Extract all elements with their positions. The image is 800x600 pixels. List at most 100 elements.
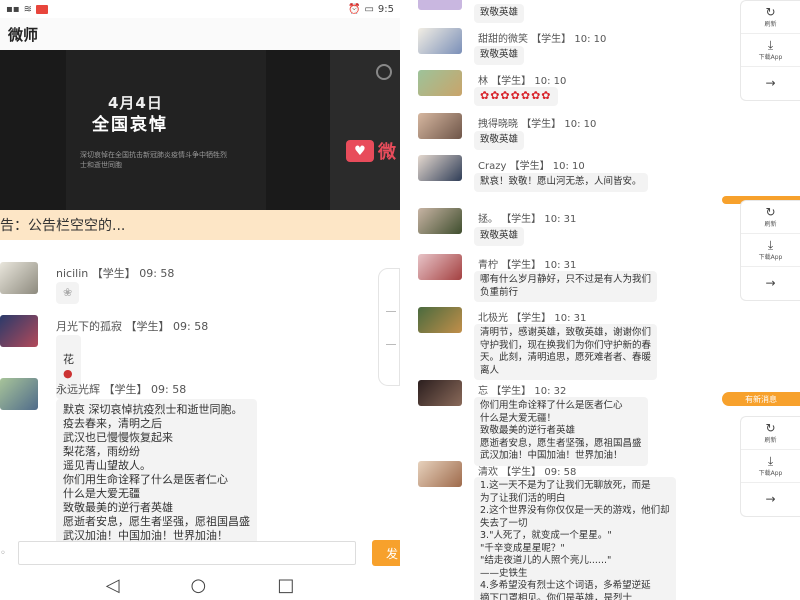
download-app-button[interactable]: ⤓ 下载App	[741, 450, 800, 483]
sender-role: 【学生】	[509, 161, 550, 172]
forward-button[interactable]: →	[741, 267, 800, 300]
screen: ▪▪ ≋ ⏰ ▭ 9:5 微师 4月4日 全国哀悼 深切哀悼在全国抗击新冠肺炎疫…	[0, 0, 800, 600]
sender-name: 甜甜的微笑	[478, 34, 528, 45]
refresh-button[interactable]: ↻ 刷新	[741, 417, 800, 450]
refresh-label: 刷新	[764, 21, 777, 28]
refresh-button[interactable]: ↻ 刷新	[741, 1, 800, 34]
avatar[interactable]	[0, 378, 38, 410]
status-icons-right: ⏰ ▭ 9:5	[348, 4, 394, 15]
sender-role: 【学生】	[491, 386, 532, 397]
message-time: 10: 32	[534, 386, 567, 397]
download-icon: ⤓	[767, 454, 774, 468]
floating-toolbar: ↻ 刷新 ⤓ 下载App →	[740, 416, 800, 517]
download-icon: ⤓	[767, 238, 774, 252]
avatar[interactable]	[418, 254, 462, 280]
banner-subtitle: 深切哀悼在全国抗击新冠肺炎疫情斗争中牺牲烈士和逝世同胞	[80, 151, 227, 169]
message-header: 北极光 【学生】 10: 31	[478, 309, 586, 324]
avatar[interactable]	[418, 155, 462, 181]
emoji-icon[interactable]: ◦	[0, 548, 6, 559]
avatar[interactable]	[418, 28, 462, 54]
download-app-button[interactable]: ⤓ 下载App	[741, 34, 800, 67]
forward-button[interactable]: →	[741, 67, 800, 100]
logo-glyph: 微	[378, 142, 396, 163]
sim-icon: ▪▪	[6, 3, 20, 15]
download-app-button[interactable]: ⤓ 下载App	[741, 234, 800, 267]
ring-icon	[376, 64, 392, 80]
sender-role: 【学生】	[91, 267, 136, 280]
back-icon[interactable]: ◁	[106, 575, 120, 596]
avatar[interactable]	[0, 315, 38, 347]
forward-button[interactable]: →	[741, 483, 800, 516]
alarm-icon: ⏰	[348, 3, 361, 15]
app-notify-icon	[35, 4, 48, 14]
new-message-badge[interactable]: 有新消息	[722, 392, 800, 406]
sender-name: 永远光辉	[56, 383, 100, 396]
message-header: 林 【学生】 10: 10	[478, 72, 566, 87]
recents-icon[interactable]: □	[277, 575, 294, 596]
status-icons-left: ▪▪ ≋	[6, 4, 48, 15]
message-time: 09: 58	[151, 383, 187, 396]
message-time: 10: 10	[552, 161, 585, 172]
sender-name: 青柠	[478, 260, 498, 271]
sender-name: 月光下的孤寂	[56, 320, 122, 333]
message-time: 09: 58	[139, 267, 175, 280]
sender-name: nicilin	[56, 267, 89, 280]
refresh-icon: ↻	[765, 205, 776, 219]
refresh-button[interactable]: ↻ 刷新	[741, 201, 800, 234]
refresh-label: 刷新	[764, 437, 777, 444]
handle-line	[386, 344, 396, 345]
message-header: nicilin 【学生】 09: 58	[56, 265, 174, 281]
handle-line	[386, 311, 396, 312]
message-bubble: 哪有什么岁月静好，只不过是有人为我们 负重前行	[474, 271, 658, 302]
status-time: 9:5	[377, 3, 394, 15]
sender-name: Crazy	[478, 161, 507, 172]
avatar[interactable]	[418, 380, 462, 406]
sender-role: 【学生】	[491, 76, 532, 87]
app-title: 微师	[0, 18, 400, 50]
refresh-icon: ↻	[765, 5, 776, 19]
avatar[interactable]	[418, 307, 462, 333]
system-nav-bar: ◁ ○ □	[0, 570, 400, 600]
banner-headline: 全国哀悼	[92, 115, 168, 135]
avatar[interactable]	[418, 70, 462, 96]
refresh-label: 刷新	[764, 221, 777, 228]
avatar[interactable]	[418, 0, 462, 10]
message-header: 清欢 【学生】 09: 58	[478, 463, 576, 478]
avatar[interactable]	[418, 461, 462, 487]
chat-input[interactable]	[18, 541, 356, 565]
avatar[interactable]	[418, 208, 462, 234]
chat-input-bar: ◦ 发	[0, 538, 400, 568]
message-header: 永远光辉 【学生】 09: 58	[56, 381, 186, 397]
battery-icon: ▭	[364, 3, 374, 15]
home-icon[interactable]: ○	[191, 575, 207, 596]
side-drawer-handle[interactable]	[378, 268, 400, 386]
avatar[interactable]	[0, 262, 38, 294]
message-bubble: 致敬英雄	[474, 46, 525, 65]
send-button[interactable]: 发	[372, 540, 400, 566]
message-header: 拯。 【学生】 10: 31	[478, 210, 576, 225]
rose-icon: ●	[63, 367, 73, 380]
avatar[interactable]	[418, 113, 462, 139]
arrow-right-icon: →	[765, 276, 776, 290]
download-icon: ⤓	[767, 38, 774, 52]
message-time: 10: 31	[544, 214, 577, 225]
message-header: 月光下的孤寂 【学生】 09: 58	[56, 318, 208, 334]
message-bubble: ❀	[56, 282, 80, 304]
floating-toolbar: ↻ 刷新 ⤓ 下载App →	[740, 200, 800, 301]
left-phone-screen: ▪▪ ≋ ⏰ ▭ 9:5 微师 4月4日 全国哀悼 深切哀悼在全国抗击新冠肺炎疫…	[0, 0, 400, 600]
status-bar: ▪▪ ≋ ⏰ ▭ 9:5	[0, 0, 400, 18]
download-label: 下载App	[758, 54, 783, 61]
message-header: Crazy 【学生】 10: 10	[478, 157, 585, 172]
message-time: 10: 10	[534, 76, 567, 87]
sender-role: 【学生】	[501, 214, 542, 225]
message-bubble: 清明节，感谢英雄，致敬英雄，谢谢你们 守护我们，现在换我们为你们守护新的春 天。…	[474, 324, 658, 380]
message-bubble: 默哀 深切哀悼抗疫烈士和逝世同胞。 疫去春来，清明之后 武汉也已慢慢恢复起来 梨…	[56, 399, 257, 547]
mourning-banner[interactable]: 4月4日 全国哀悼 深切哀悼在全国抗击新冠肺炎疫情斗争中牺牲烈士和逝世同胞 ♥ …	[0, 50, 400, 210]
message-bubble: 你们用生命诠释了什么是医者仁心 什么是大爱无疆！ 致敬最美的逆行者英雄 愿逝者安…	[474, 397, 648, 466]
sender-name: 拽得晓晓	[478, 119, 518, 130]
sender-role: 【学生】	[501, 260, 542, 271]
arrow-right-icon: →	[765, 492, 776, 506]
message-bubble: 致敬英雄	[474, 227, 525, 246]
sender-name: 林	[478, 76, 488, 87]
notice-bar[interactable]: 告：公告栏空空的...	[0, 210, 400, 240]
